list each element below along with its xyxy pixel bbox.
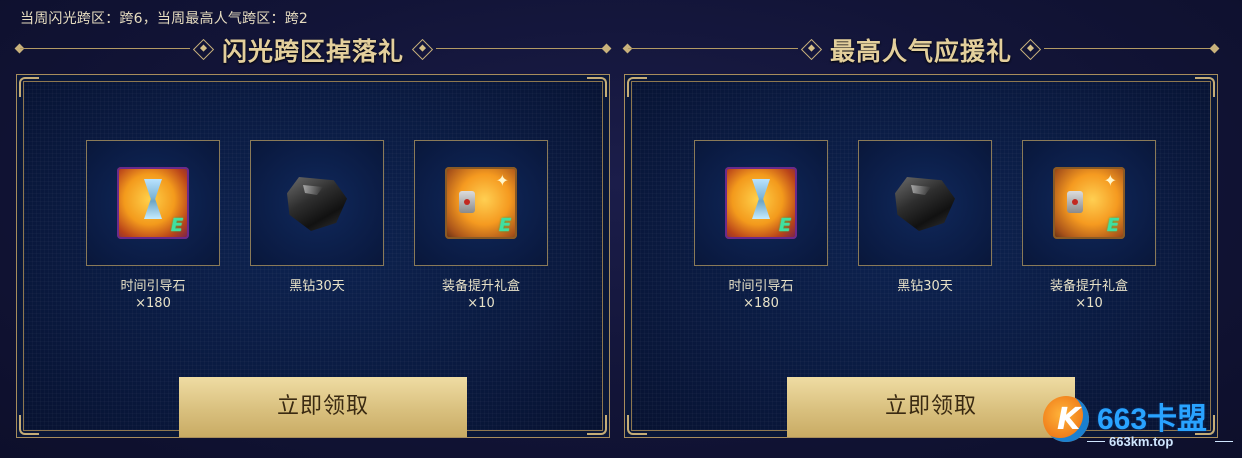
item-count: ×10 [467,296,495,311]
black-diamond-icon [889,167,961,239]
frame-corner [587,415,607,435]
item-slot[interactable]: ✦ E [1022,140,1156,266]
hourglass-orb-icon: E [117,167,189,239]
frame-corner [1195,77,1215,97]
black-diamond-icon [281,167,353,239]
item-slot[interactable] [250,140,384,266]
item-name: 装备提升礼盒 [441,279,520,294]
reward-panel: E 时间引导石 ×180 黑钻30天 ✦ E 装备提升礼盒 ×10 立即领取 [624,74,1218,438]
watermark-dash [1215,441,1233,442]
reward-item: 黑钻30天 [858,140,992,295]
section-title: 闪光跨区掉落礼 [221,37,404,66]
section-header: 闪光跨区掉落礼 [14,30,612,66]
ornament-line [436,48,606,49]
ornament-line [1044,48,1214,49]
e-badge-icon: E [778,215,792,236]
watermark-url: 663km.top [1109,434,1174,449]
hourglass-orb-icon: E [725,167,797,239]
section-header: 最高人气应援礼 [622,30,1220,66]
info-text: 当周闪光跨区：跨6，当周最高人气跨区：跨2 [20,11,309,27]
item-name: 黑钻30天 [289,279,345,294]
item-count: ×180 [743,296,779,311]
claim-button[interactable]: 立即领取 [787,377,1075,437]
treasure-chest-icon: ✦ E [445,167,517,239]
watermark-name: 663卡盟 [1097,403,1208,436]
reward-panel-inner: E 时间引导石 ×180 黑钻30天 ✦ E 装备提升礼盒 ×10 立即领取 [19,77,607,437]
frame-corner [19,77,39,97]
e-badge-icon: E [498,215,512,236]
section-flash-drop: 闪光跨区掉落礼 E 时间引导石 ×180 黑钻30天 ✦ E 装备提升礼盒 ×1… [14,30,612,438]
item-name: 装备提升礼盒 [1049,279,1128,294]
item-slot[interactable]: E [694,140,828,266]
watermark: K 663卡盟 663km.top [1043,392,1242,458]
item-slot[interactable] [858,140,992,266]
frame-corner [19,415,39,435]
item-count: ×180 [135,296,171,311]
treasure-chest-icon: ✦ E [1053,167,1125,239]
item-name: 时间引导石 [120,279,186,294]
section-title: 最高人气应援礼 [829,37,1012,66]
reward-item: ✦ E 装备提升礼盒 ×10 [1022,140,1156,312]
reward-item: 黑钻30天 [250,140,384,295]
reward-item: ✦ E 装备提升礼盒 ×10 [414,140,548,312]
item-slot[interactable]: ✦ E [414,140,548,266]
item-slot[interactable]: E [86,140,220,266]
item-name: 黑钻30天 [897,279,953,294]
item-count: ×10 [1075,296,1103,311]
claim-button[interactable]: 立即领取 [179,377,467,437]
reward-item: E 时间引导石 ×180 [86,140,220,312]
section-popular-support: 最高人气应援礼 E 时间引导石 ×180 黑钻30天 ✦ E 装备提升礼盒 ×1… [622,30,1220,438]
frame-corner [587,77,607,97]
reward-item: E 时间引导石 ×180 [694,140,828,312]
frame-corner [627,77,647,97]
item-name: 时间引导石 [728,279,794,294]
reward-panel-inner: E 时间引导石 ×180 黑钻30天 ✦ E 装备提升礼盒 ×10 立即领取 [627,77,1215,437]
frame-corner [627,415,647,435]
watermark-logo-icon: K [1043,396,1089,442]
reward-panel: E 时间引导石 ×180 黑钻30天 ✦ E 装备提升礼盒 ×10 立即领取 [16,74,610,438]
e-badge-icon: E [1106,215,1120,236]
e-badge-icon: E [170,215,184,236]
watermark-dash [1087,441,1105,442]
